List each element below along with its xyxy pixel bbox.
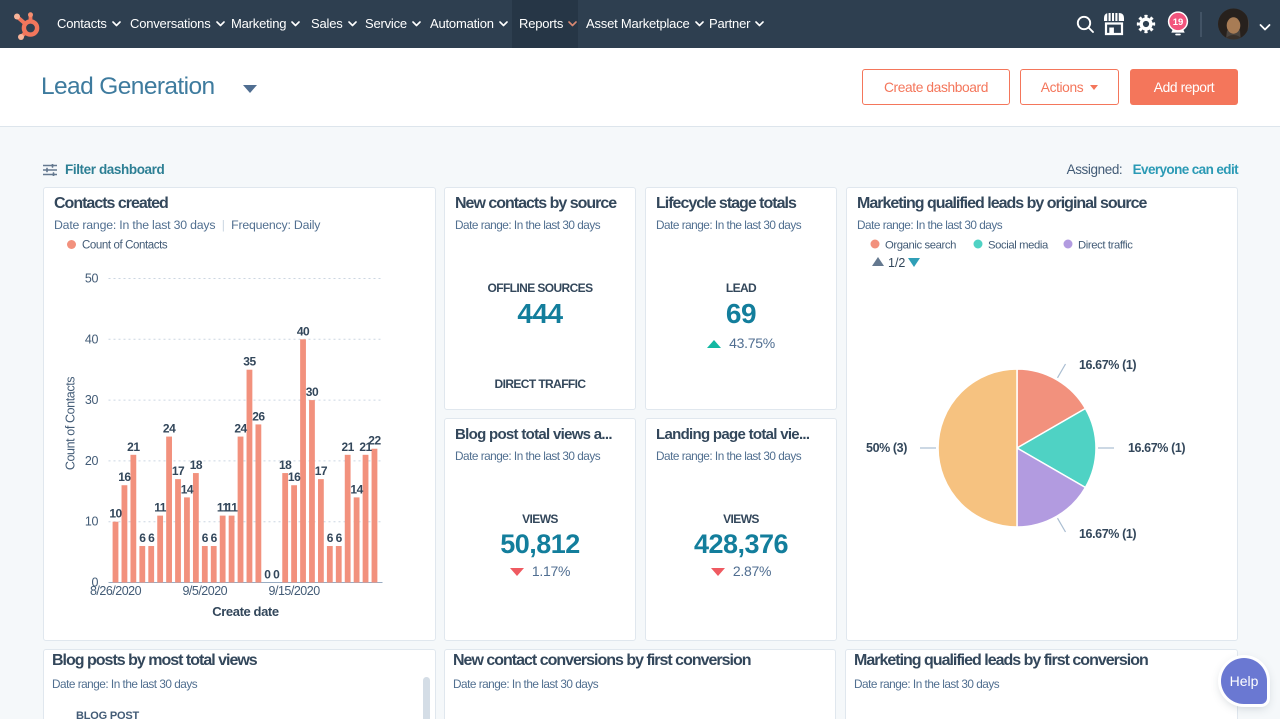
svg-text:Count of Contacts: Count of Contacts [64, 377, 78, 470]
svg-text:17: 17 [172, 464, 185, 478]
svg-text:Create date: Create date [212, 604, 279, 619]
svg-text:24: 24 [163, 422, 176, 436]
svg-text:40: 40 [85, 332, 99, 346]
svg-text:14: 14 [350, 482, 363, 496]
svg-text:6: 6 [148, 531, 155, 545]
svg-text:0: 0 [264, 568, 271, 582]
svg-text:21: 21 [342, 440, 355, 454]
svg-text:Organic search: Organic search [885, 240, 956, 252]
svg-text:16: 16 [118, 470, 131, 484]
svg-text:16.67% (1): 16.67% (1) [1079, 358, 1136, 372]
svg-text:40: 40 [297, 324, 310, 338]
svg-text:6: 6 [327, 531, 334, 545]
svg-text:16.67% (1): 16.67% (1) [1079, 527, 1136, 541]
svg-text:50% (3): 50% (3) [866, 441, 907, 455]
svg-text:10: 10 [85, 515, 99, 529]
svg-text:26: 26 [252, 409, 265, 423]
svg-text:9/5/2020: 9/5/2020 [182, 584, 227, 598]
svg-text:0: 0 [273, 568, 280, 582]
svg-text:16: 16 [288, 470, 301, 484]
svg-text:11: 11 [154, 501, 167, 515]
svg-text:6: 6 [202, 531, 209, 545]
svg-text:6: 6 [336, 531, 343, 545]
svg-text:22: 22 [368, 434, 381, 448]
svg-text:Direct traffic: Direct traffic [1078, 240, 1133, 252]
svg-text:18: 18 [190, 458, 203, 472]
svg-text:19: 19 [1173, 17, 1184, 28]
svg-text:30: 30 [306, 385, 319, 399]
svg-text:17: 17 [315, 464, 328, 478]
svg-text:16.67% (1): 16.67% (1) [1128, 441, 1185, 455]
svg-text:35: 35 [243, 355, 256, 369]
svg-text:50: 50 [85, 272, 99, 286]
svg-text:Count of Contacts: Count of Contacts [82, 240, 168, 252]
svg-text:6: 6 [211, 531, 218, 545]
svg-text:20: 20 [85, 454, 99, 468]
svg-text:6: 6 [139, 531, 146, 545]
svg-text:21: 21 [127, 440, 140, 454]
svg-text:11: 11 [226, 501, 239, 515]
svg-text:1/2: 1/2 [888, 256, 905, 270]
svg-text:9/15/2020: 9/15/2020 [269, 584, 321, 598]
svg-text:10: 10 [109, 507, 122, 521]
svg-text:14: 14 [181, 482, 194, 496]
svg-text:24: 24 [234, 422, 247, 436]
svg-text:Social media: Social media [988, 240, 1049, 252]
svg-text:8/26/2020: 8/26/2020 [90, 584, 142, 598]
svg-text:30: 30 [85, 393, 99, 407]
